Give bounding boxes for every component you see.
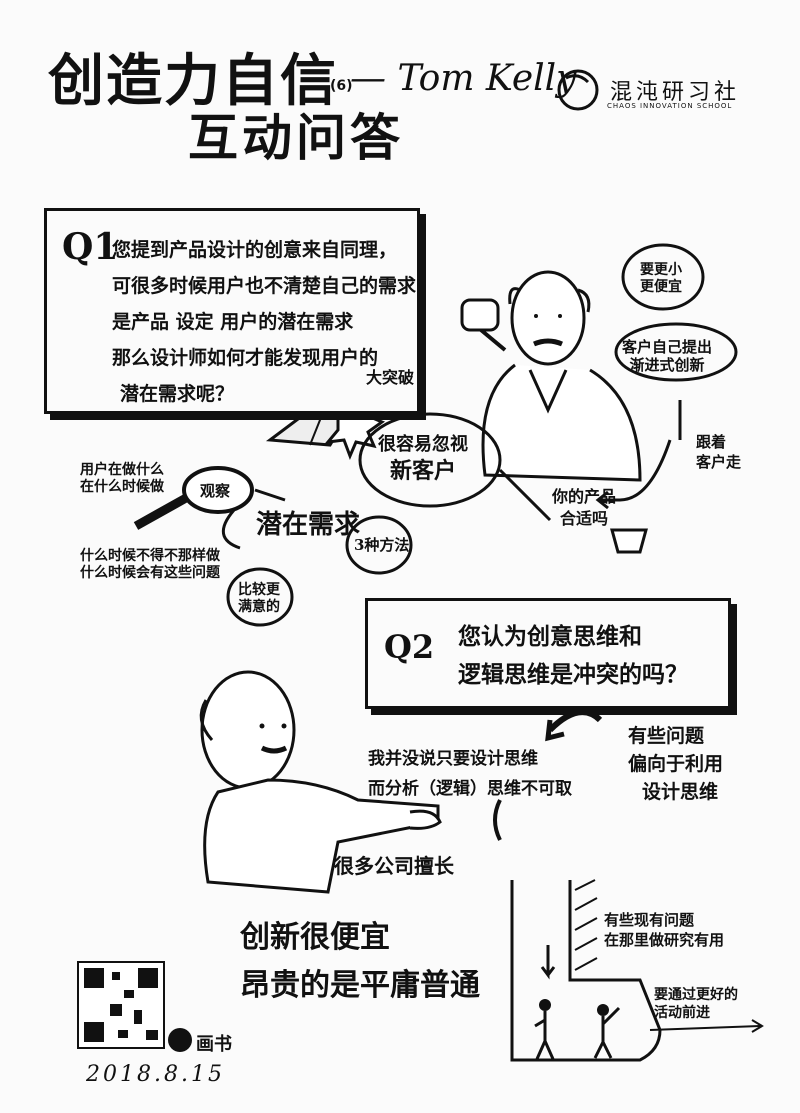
q1-line: 是产品 设定 用户的潜在需求: [112, 311, 354, 333]
title-line-2: 互动问答: [188, 108, 404, 167]
q2-line: 您认为创意思维和: [458, 623, 642, 650]
note-quote: 我并没说只要设计思维 而分析（逻辑）思维不可取: [368, 749, 572, 799]
note-your-product: 你的产品 合适吗: [552, 487, 617, 528]
q2-line: 逻辑思维是冲突的吗？: [458, 661, 688, 688]
label-observe: 观察: [200, 482, 231, 500]
q1-line: 可很多时候用户也不清楚自己的需求: [112, 275, 417, 297]
date: 2018.8.15: [86, 1062, 225, 1087]
note-pit: 有些现有问题 在那里做研究有用: [604, 911, 725, 949]
brand-tagline: CHAOS INNOVATION SCHOOL: [607, 102, 733, 110]
q2-question: 您认为创意思维和 逻辑思维是冲突的吗？: [458, 618, 688, 694]
q1-line: 您提到产品设计的创意来自同理，: [112, 239, 398, 261]
qr-code-icon: [77, 961, 165, 1049]
presenter-figure-1: [460, 270, 642, 482]
slogan-line-1: 创新很便宜: [240, 920, 390, 955]
pit-illustration: [510, 879, 764, 1062]
note-good-at: 很多公司擅长: [334, 854, 454, 878]
label-latent-needs: 潜在需求: [256, 510, 361, 540]
artist-seal-icon: [168, 1028, 192, 1052]
note-why-doing: 什么时候不得不那样做 什么时候会有这些问题: [80, 548, 220, 581]
bubble-ignore-new-client: 很容易忽视 新客户: [378, 434, 468, 484]
note-move-forward: 要通过更好的 活动前进: [654, 987, 738, 1021]
note-some-problems: 有些问题 偏向于利用 设计思维: [628, 725, 724, 803]
signature: 画书: [196, 1034, 232, 1055]
bubble-compare: 比较更 满意的: [238, 582, 280, 615]
label-breakthrough: 大突破: [366, 368, 415, 387]
bubble-three-ways: 3种方法: [354, 536, 410, 554]
q2-label: Q2: [384, 628, 435, 666]
glass-icon: [610, 528, 648, 554]
q1-label: Q1: [62, 226, 119, 268]
note-what-doing: 用户在做什么 在什么时候做: [80, 462, 164, 495]
bubble-smaller-cheaper: 要更小 更便宜: [640, 262, 682, 295]
note-follow-customer: 跟着 客户走: [696, 433, 742, 471]
title-author: — Tom Kelly: [350, 58, 577, 99]
slogan-line-2: 昂贵的是平庸普通: [240, 968, 480, 1003]
bubble-customer-innovation: 客户自己提出 渐进式创新: [622, 338, 713, 374]
